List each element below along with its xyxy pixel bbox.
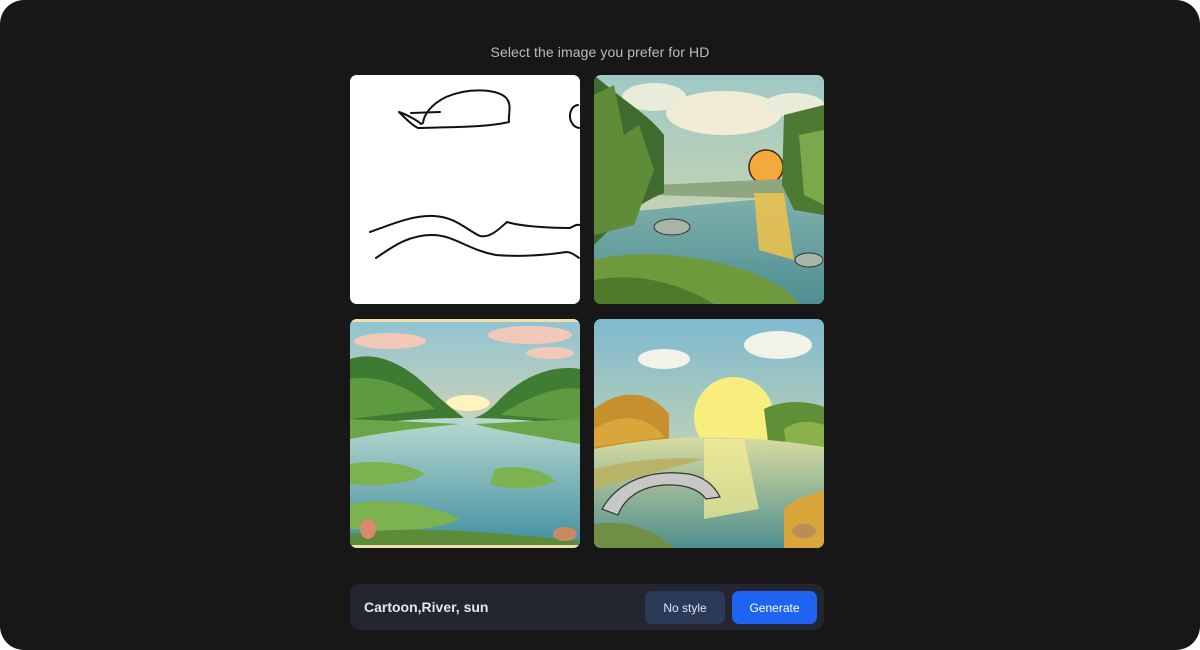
prompt-bar: Cartoon,River, sun No style Generate <box>350 584 824 630</box>
sketch-image <box>350 75 580 304</box>
landscape-image <box>594 319 824 548</box>
landscape-image <box>350 319 580 548</box>
landscape-image <box>594 75 824 304</box>
image-option-sketch[interactable] <box>350 75 580 304</box>
image-option-landscape-3[interactable] <box>594 319 824 548</box>
generate-button[interactable]: Generate <box>732 591 817 624</box>
prompt-text[interactable]: Cartoon,River, sun <box>364 584 488 630</box>
page-title: Select the image you prefer for HD <box>490 44 710 60</box>
app-window: Select the image you prefer for HD Carto… <box>0 0 1200 650</box>
style-button[interactable]: No style <box>645 591 725 624</box>
image-option-landscape-2[interactable] <box>350 319 580 548</box>
image-grid <box>350 75 824 548</box>
image-option-landscape-1[interactable] <box>594 75 824 304</box>
